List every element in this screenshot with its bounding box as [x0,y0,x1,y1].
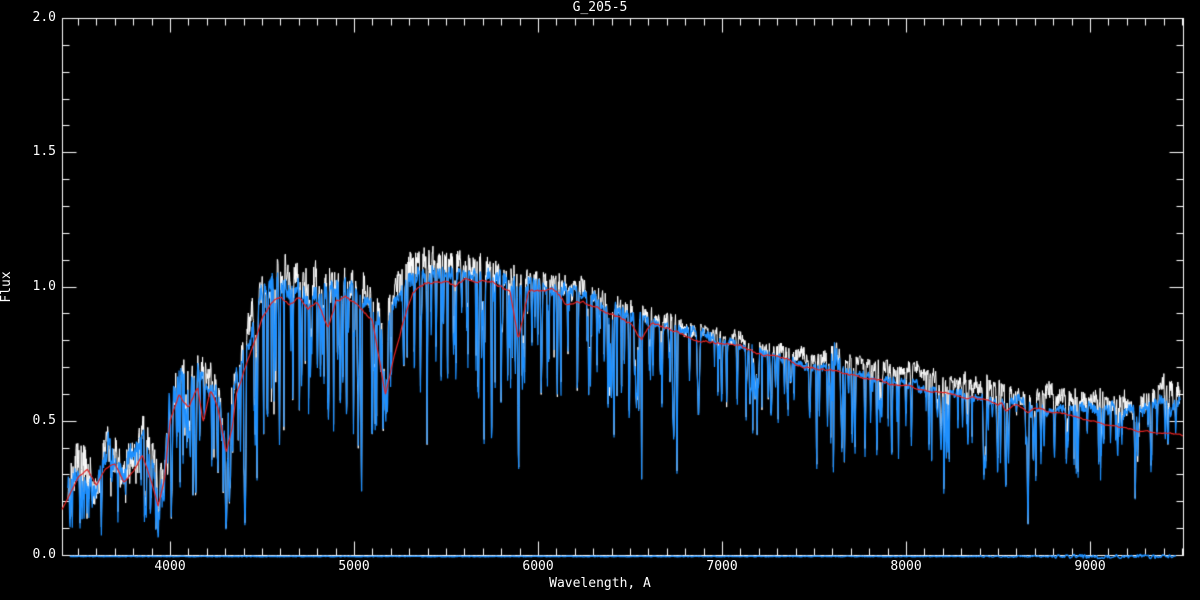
x-tick-label: 8000 [890,559,922,574]
spectrum-canvas [0,0,1200,600]
x-tick-label: 9000 [1074,559,1106,574]
y-tick-label: 1.5 [32,144,56,160]
x-axis-label: Wavelength, A [549,576,651,591]
x-tick-label: 4000 [154,559,186,574]
spectrum-plot: G_205-5 Wavelength, A Flux 4000 5000 6000 7… [0,0,1200,600]
x-tick-label: 6000 [522,559,554,574]
y-axis-label: Flux [0,271,14,303]
y-tick-label: 0.0 [32,547,56,562]
x-tick-label: 7000 [706,559,738,574]
y-tick-label: 2.0 [32,10,56,25]
x-tick-label: 5000 [338,559,370,574]
plot-title: G_205-5 [572,0,628,15]
y-tick-label: 0.5 [32,412,56,428]
y-tick-label: 1.0 [32,278,56,294]
